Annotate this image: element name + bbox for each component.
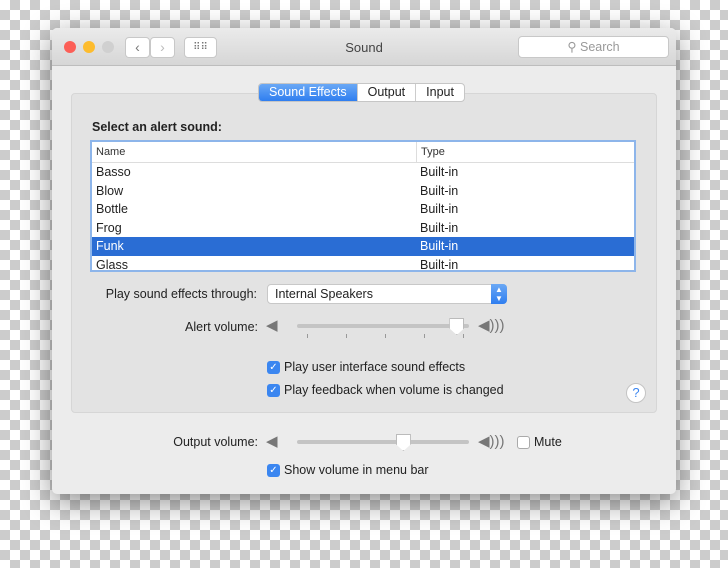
ui-sounds-checkbox[interactable]: ✓	[267, 361, 280, 374]
column-header-type[interactable]: Type	[416, 142, 445, 163]
mute-checkbox[interactable]	[517, 436, 530, 449]
slider-tick	[346, 334, 347, 338]
sound-name: Frog	[96, 220, 122, 235]
column-header-name[interactable]: Name	[96, 142, 125, 163]
sound-type: Built-in	[420, 257, 459, 272]
table-row[interactable]: Glass Built-in	[92, 256, 634, 272]
slider-thumb[interactable]	[449, 318, 465, 335]
table-row[interactable]: Funk Built-in	[92, 237, 634, 256]
stepper-arrows-icon: ▲ ▼	[491, 284, 507, 304]
table-row[interactable]: Frog Built-in	[92, 219, 634, 238]
alert-sound-table[interactable]: Name Type Basso Built-in Blow Built-in Bottl…	[90, 140, 636, 272]
alert-volume-slider[interactable]	[297, 318, 469, 348]
slider-tick	[307, 334, 308, 338]
slider-thumb[interactable]	[395, 434, 411, 451]
slider-track	[297, 324, 469, 328]
sound-name: Glass	[96, 257, 128, 272]
sound-name: Blow	[96, 183, 124, 198]
sound-type: Built-in	[420, 239, 459, 253]
alert-volume-label: Alert volume:	[185, 320, 258, 334]
sound-type: Built-in	[420, 183, 459, 198]
speaker-high-icon: ◀)))	[478, 317, 505, 334]
speaker-low-icon: ◀	[266, 433, 278, 450]
search-icon: ⚲	[567, 40, 581, 54]
output-volume-label: Output volume:	[173, 435, 258, 449]
feedback-checkbox[interactable]: ✓	[267, 384, 280, 397]
mute-label: Mute	[534, 435, 562, 449]
tab-input[interactable]: Input	[416, 84, 464, 101]
output-volume-slider[interactable]	[297, 434, 469, 454]
sound-name: Bottle	[96, 202, 128, 216]
slider-tick	[424, 334, 425, 338]
alert-sound-heading: Select an alert sound:	[92, 120, 222, 134]
feedback-label: Play feedback when volume is changed	[284, 383, 504, 397]
sound-type: Built-in	[420, 220, 459, 235]
show-volume-label: Show volume in menu bar	[284, 463, 429, 477]
slider-tick	[385, 334, 386, 338]
table-row[interactable]: Bottle Built-in	[92, 200, 634, 219]
sound-name: Funk	[96, 239, 124, 253]
tab-output[interactable]: Output	[358, 84, 417, 101]
play-through-label: Play sound effects through:	[105, 287, 257, 301]
tab-bar: Sound Effects Output Input	[258, 83, 465, 102]
ui-sounds-label: Play user interface sound effects	[284, 360, 466, 374]
table-row[interactable]: Blow Built-in	[92, 182, 634, 201]
help-button[interactable]: ?	[626, 383, 646, 403]
sound-type: Built-in	[420, 202, 459, 216]
tab-sound-effects[interactable]: Sound Effects	[259, 84, 358, 101]
table-row[interactable]: Basso Built-in	[92, 163, 634, 182]
speaker-low-icon: ◀	[266, 317, 278, 334]
table-header: Name Type	[92, 142, 634, 163]
title-bar: ‹ › ⠿⠿ Sound ⚲ Search	[52, 28, 676, 66]
output-device-select[interactable]: Internal Speakers ▲ ▼	[267, 284, 507, 304]
show-volume-checkbox[interactable]: ✓	[267, 464, 280, 477]
slider-tick	[463, 334, 464, 338]
sound-type: Built-in	[420, 165, 459, 179]
speaker-high-icon: ◀)))	[478, 433, 505, 450]
search-input[interactable]: ⚲ Search	[518, 36, 669, 58]
sound-name: Basso	[96, 165, 131, 179]
slider-track	[297, 440, 469, 444]
sound-preferences-window: ‹ › ⠿⠿ Sound ⚲ Search Sound Effects Outp…	[52, 28, 676, 494]
